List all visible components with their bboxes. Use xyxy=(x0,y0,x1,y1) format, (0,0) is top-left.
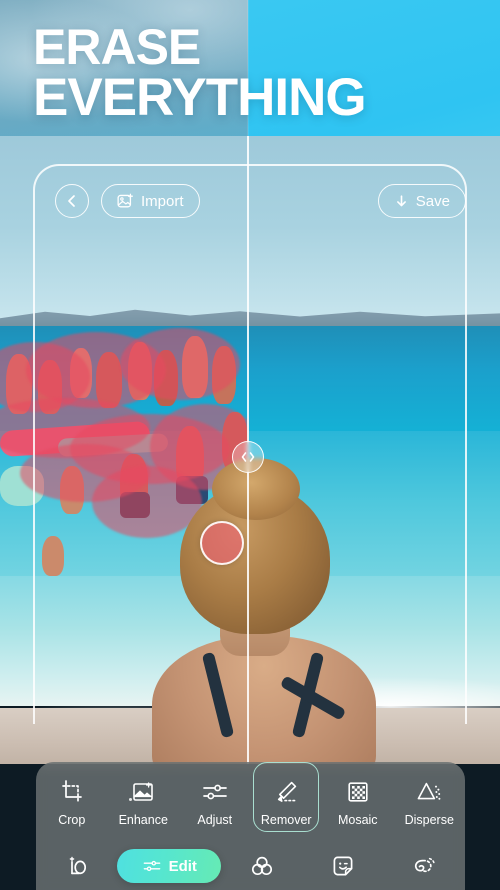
nav-item-retouch[interactable] xyxy=(384,852,465,880)
nav-item-ai-portrait[interactable] xyxy=(36,852,117,880)
tool-crop-label: Crop xyxy=(58,813,86,827)
promo-headline: ERASE EVERYTHING xyxy=(33,19,473,127)
chevron-left-icon xyxy=(68,195,75,207)
disperse-triangle-icon xyxy=(414,777,444,807)
editor-header: Import Save xyxy=(0,184,500,226)
save-button-label: Save xyxy=(415,192,450,210)
tool-disperse-label: Disperse xyxy=(404,813,454,827)
nav-item-stickers[interactable] xyxy=(303,852,384,880)
compare-slider-icon xyxy=(241,452,255,462)
download-arrow-icon xyxy=(396,194,406,206)
promo-line-2: EVERYTHING xyxy=(33,68,367,127)
tool-enhance-label: Enhance xyxy=(118,813,168,827)
tool-remover[interactable]: Remover xyxy=(251,766,323,838)
back-button[interactable] xyxy=(55,184,89,218)
scene-sky xyxy=(248,136,500,336)
scene-sky xyxy=(0,136,248,336)
tool-disperse[interactable]: Disperse xyxy=(394,766,466,838)
import-button-label: Import xyxy=(141,192,184,210)
tool-enhance[interactable]: Enhance xyxy=(108,766,180,838)
import-button[interactable]: Import xyxy=(101,184,200,218)
compare-slider-handle[interactable] xyxy=(232,441,264,473)
bottom-toolbar: Crop Enhance Adjust Remover Mosaic Dispe… xyxy=(36,762,465,890)
ai-portrait-icon xyxy=(63,852,91,880)
sticker-smiley-icon xyxy=(329,852,357,880)
retouch-swirl-icon xyxy=(410,852,438,880)
filters-circles-icon xyxy=(248,852,276,880)
edit-button-label: Edit xyxy=(168,857,197,875)
brush-circle-indicator[interactable] xyxy=(200,521,244,565)
tool-separator-dot xyxy=(129,798,132,801)
app-screen: ERASE EVERYTHING Import Save Crop Enhanc… xyxy=(0,0,500,890)
tool-remover-label: Remover xyxy=(260,813,312,827)
tool-list: Crop Enhance Adjust Remover Mosaic Dispe… xyxy=(36,766,465,838)
sliders-icon xyxy=(200,777,230,807)
tool-mosaic[interactable]: Mosaic xyxy=(322,766,394,838)
edit-button[interactable]: Edit xyxy=(117,849,222,883)
tool-adjust-label: Adjust xyxy=(197,813,233,827)
tool-crop[interactable]: Crop xyxy=(36,766,108,838)
scene-sea-far xyxy=(248,326,500,436)
tool-adjust[interactable]: Adjust xyxy=(179,766,251,838)
save-button[interactable]: Save xyxy=(377,184,466,218)
mosaic-grid-icon xyxy=(343,777,373,807)
promo-line-1: ERASE xyxy=(33,19,201,75)
swimmer xyxy=(42,536,64,576)
nav-item-edit[interactable]: Edit xyxy=(117,849,222,883)
bottom-nav: Edit xyxy=(36,842,465,890)
foreground-subject xyxy=(150,456,380,764)
crop-icon xyxy=(57,777,87,807)
eraser-pen-icon xyxy=(271,777,301,807)
sliders-icon xyxy=(143,860,160,872)
nav-item-filters[interactable] xyxy=(221,852,302,880)
tool-mosaic-label: Mosaic xyxy=(337,813,378,827)
image-add-icon xyxy=(117,193,133,207)
enhance-image-icon xyxy=(128,777,158,807)
erase-mask-stroke xyxy=(120,328,240,400)
